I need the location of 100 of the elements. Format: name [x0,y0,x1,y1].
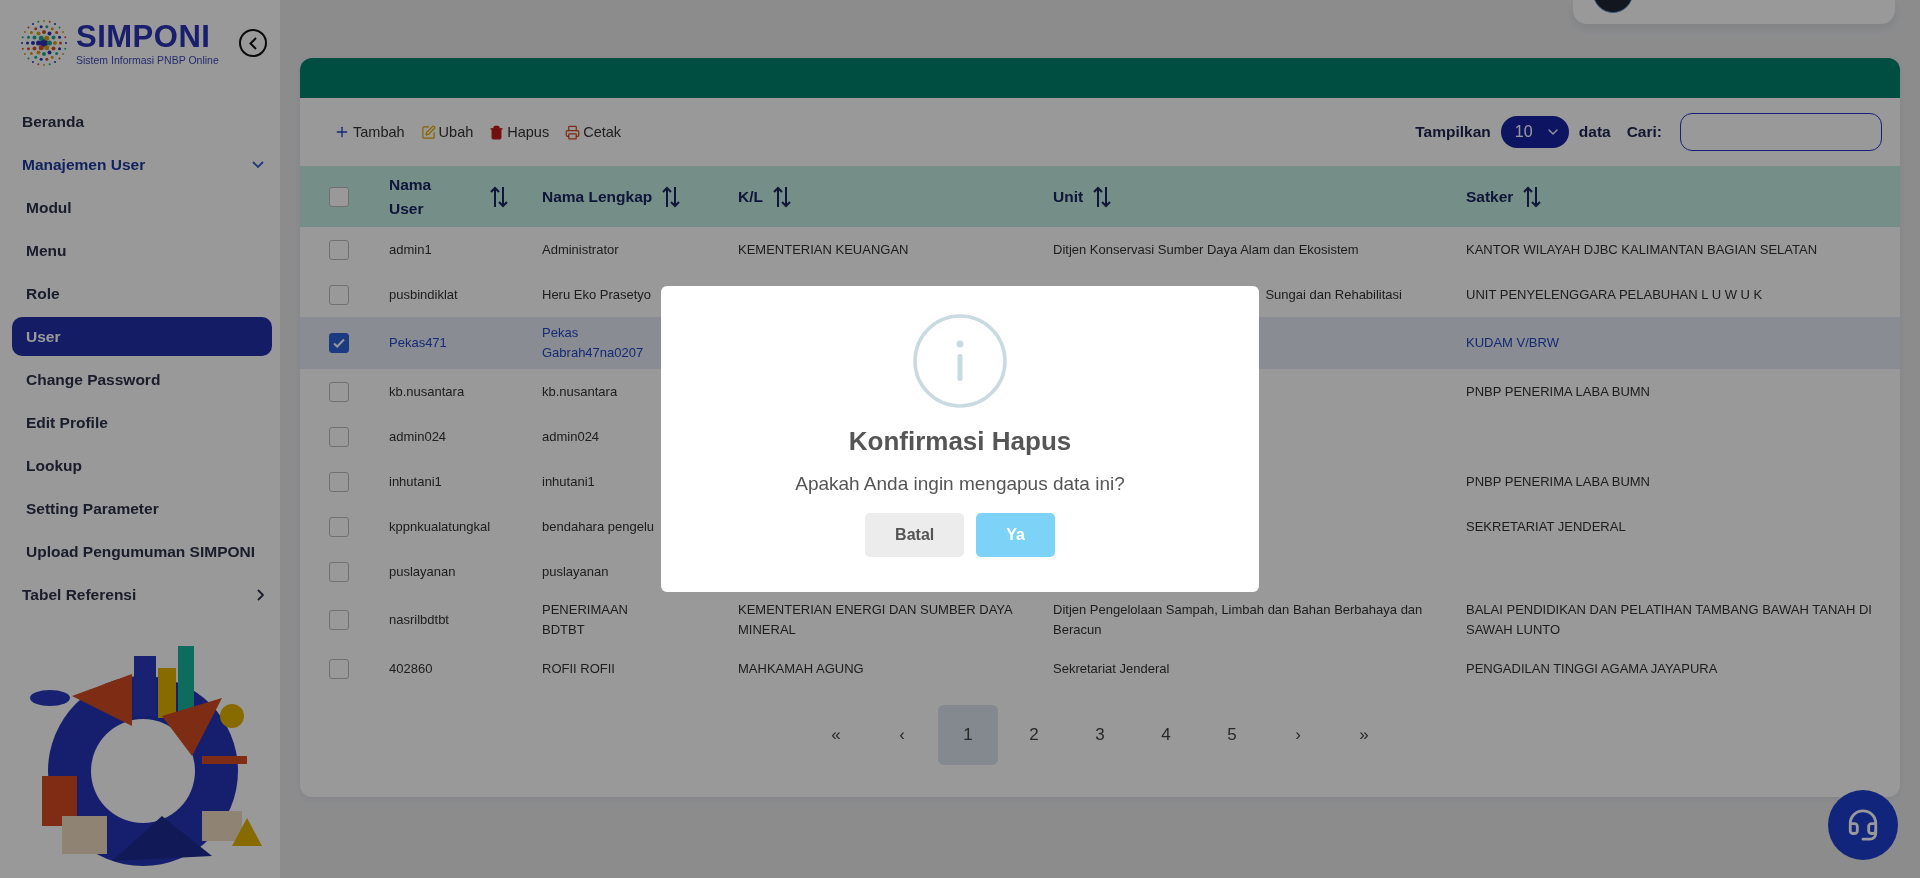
page-button[interactable]: 4 [1136,705,1196,765]
table-cell-text: UNIT PENYELENGGARA PELABUHAN L U W U K [1466,285,1763,304]
toolbar-button[interactable]: Hapus [489,124,550,140]
table-cell-text: BALAI PENDIDIKAN DAN PELATIHAN TAMBANG BAWAH TANAH DI SAWAH LUNTO [1466,601,1873,639]
sidebar-subitem[interactable]: Change Password [12,360,272,399]
table-cell-text: SEKRETARIAT JENDERAL [1466,517,1626,536]
table-cell-text: Heru Eko Prasetyo [542,285,652,304]
checkbox[interactable] [329,186,349,207]
checkbox[interactable] [329,610,349,630]
sidebar-subitem[interactable]: Menu [12,231,272,270]
column-header[interactable]: K/L [738,184,763,209]
collapse-button[interactable] [238,29,267,57]
toolbar-button[interactable]: Tambah [334,124,405,140]
column-header[interactable]: Nama User [389,172,449,221]
table-cell-text: Pekas Gabrah47na0207 [542,324,645,362]
table-cell-text: inhutani1 [389,472,442,491]
check-icon [332,336,346,350]
sidebar-subitem[interactable]: Modul [12,188,272,227]
page-button[interactable]: « [806,705,866,765]
page-button[interactable]: » [1334,705,1394,765]
table-cell-text: Pekas471 [389,334,447,352]
table-cell-text: PENGADILAN TINGGI AGAMA JAYAPURA [1466,659,1718,678]
table-cell-text: KEMENTERIAN KEUANGAN [738,240,909,259]
column-header[interactable]: Satker [1466,184,1514,209]
checkbox[interactable] [329,561,349,582]
checkbox[interactable] [329,516,349,537]
sidebar-subitem[interactable]: Role [12,274,272,313]
sort-icon[interactable] [490,185,508,208]
sidebar-subitem[interactable]: Upload Pengumuman SIMPONI [12,532,272,571]
sidebar-item[interactable]: Beranda [12,102,272,141]
table-cell-text: KUDAM V/BRW [1466,334,1559,352]
edit-icon [420,124,436,140]
table-cell-text: admin024 [542,427,600,446]
column-header[interactable]: Unit [1053,184,1084,209]
page-size-select[interactable]: 10 [1500,116,1569,148]
table-cell-text: 402860 [389,659,433,678]
page-button[interactable]: › [1268,705,1328,765]
table-cell-text: pusbindiklat [389,285,458,304]
table-cell-text: kb.nusantara [389,382,465,401]
search-field[interactable] [1680,113,1882,151]
table-cell-text: inhutani1 [542,472,595,491]
table-row[interactable]: 402860 ROFII ROFII MAHKAMAH AGUNG Sekretariat Jenderal PENGADILAN TINGGI AGAMA JAYAPURA [300,646,1900,691]
checkbox[interactable] [329,239,349,260]
search-label: Cari: [1626,123,1662,141]
page-button[interactable]: 1 [938,705,998,765]
checkbox[interactable] [329,658,349,679]
plus-icon [334,124,350,140]
table-cell-text: admin024 [389,427,447,446]
page-button[interactable]: 2 [1004,705,1064,765]
toolbar-button[interactable]: Ubah [420,124,474,140]
chevron-right-icon [257,588,264,601]
page-button[interactable]: 3 [1070,705,1130,765]
checkbox[interactable] [329,284,349,305]
table-row[interactable]: admin1 Administrator KEMENTERIAN KEUANGAN Ditjen Konservasi Sumber Daya Alam dan Ekosistem KANTOR WILAYAH DJBC KALIMANTAN BAGIAN SELATAN [300,227,1900,272]
chevron-down-icon [252,161,264,168]
sidebar-subitem[interactable]: Lookup [12,446,272,485]
page-size-suffix: data [1578,123,1611,141]
sort-icon[interactable] [772,185,791,208]
toolbar-button[interactable]: Cetak [565,124,622,140]
sort-icon[interactable] [1523,185,1542,208]
table-cell-text: PNBP PENERIMA LABA BUMN [1466,472,1650,491]
checkbox[interactable] [329,333,349,353]
table-cell-text: PNBP PENERIMA LABA BUMN [1466,382,1650,401]
headset-icon [1846,808,1880,842]
table-cell-text: bendahara pengelu [542,517,655,536]
checkbox[interactable] [329,426,349,447]
info-icon [913,314,1007,408]
table-cell-text: KEMENTERIAN ENERGI DAN SUMBER DAYA MINERAL [738,601,1014,639]
logo-subtitle: Sistem Informasi PNBP Online [76,54,219,66]
sidebar-item[interactable]: Tabel Referensi [12,575,272,614]
dialog-title: Konfirmasi Hapus [848,426,1072,457]
dialog-message: Apakah Anda ingin mengapus data ini? [795,473,1125,495]
table-cell-text: puslayanan [389,562,456,581]
logo-icon [18,17,70,69]
table-cell-text: nasrilbdtbt [389,611,449,629]
logo-title: SIMPONI [76,20,212,54]
printer-icon [565,124,581,140]
table-cell-text: Ditjen Pengelolaan Sampah, Limbah dan Bahan Berbahaya dan Beracun [1053,601,1424,639]
table-cell-text: MAHKAMAH AGUNG [738,659,864,678]
sidebar-subitem[interactable]: User [12,317,272,356]
table-cell-text: ROFII ROFII [542,659,615,678]
trash-icon [489,124,505,140]
cancel-button[interactable]: Batal [865,513,965,557]
table-cell-text: KANTOR WILAYAH DJBC KALIMANTAN BAGIAN SELATAN [1466,240,1818,259]
sidebar-item[interactable]: Manajemen User [12,145,272,184]
checkbox[interactable] [329,471,349,492]
sort-icon[interactable] [1093,185,1112,208]
table-cell-text: admin1 [389,240,432,259]
page-button[interactable]: ‹ [872,705,932,765]
checkbox[interactable] [329,381,349,402]
table-cell-text: kb.nusantara [542,382,618,401]
column-header[interactable]: Nama Lengkap [542,184,653,209]
table-cell-text: PENERIMAAN BDTBT [542,601,629,639]
table-cell-text: Administrator [542,240,619,259]
sidebar-subitem[interactable]: Setting Parameter [12,489,272,528]
sidebar-subitem[interactable]: Edit Profile [12,403,272,442]
table-cell-text: kppnkualatungkal [389,517,491,536]
page-button[interactable]: 5 [1202,705,1262,765]
sort-icon[interactable] [662,185,681,208]
table-cell-text: Sungai dan Rehabilitasi [1265,285,1402,304]
